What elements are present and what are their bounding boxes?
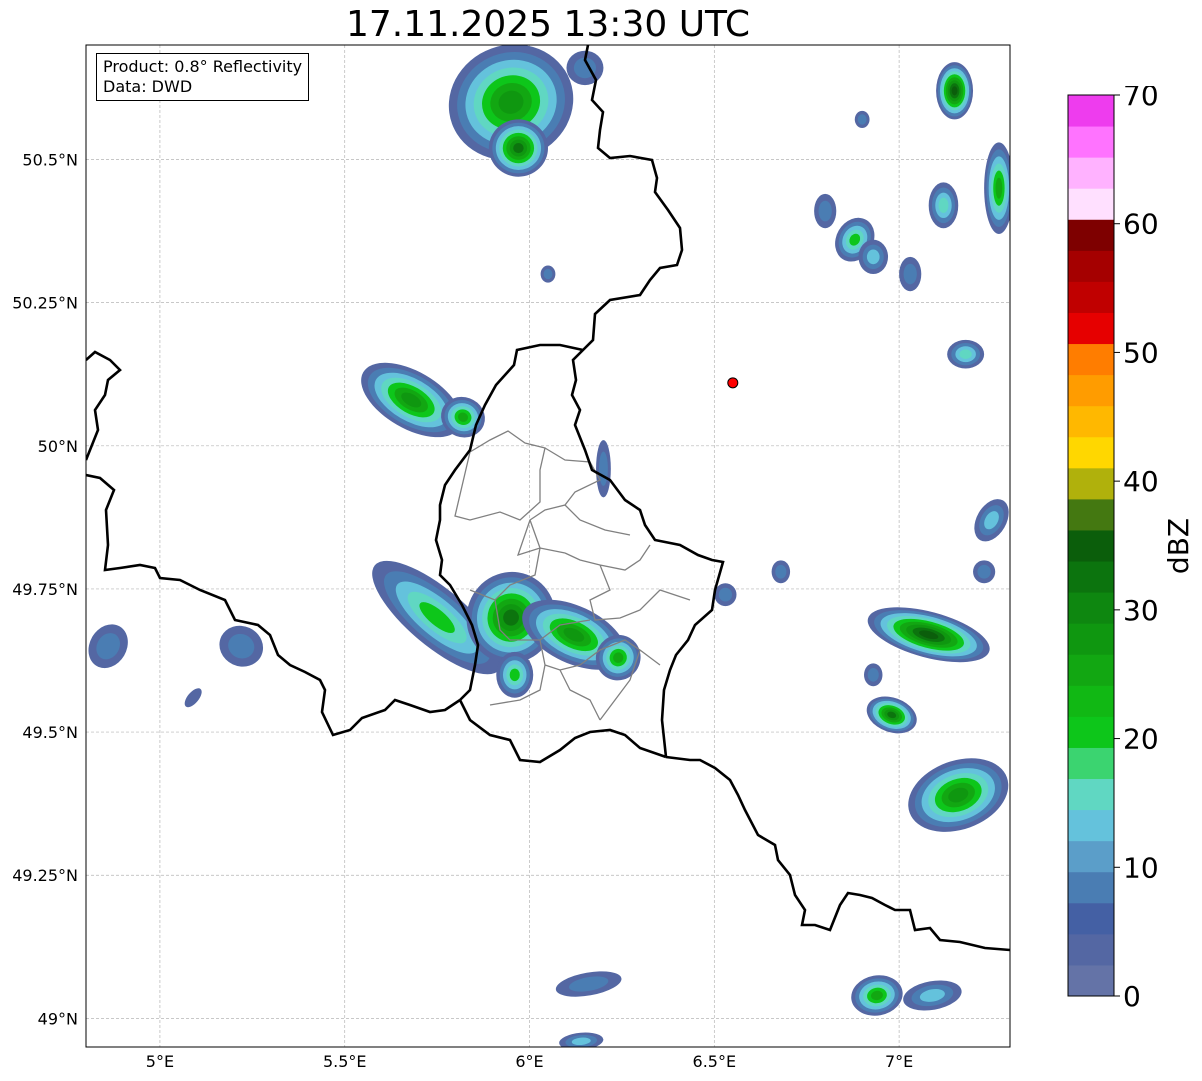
colorbar-bin	[1068, 964, 1114, 997]
colorbar-bin	[1068, 747, 1114, 780]
precip-cell	[984, 142, 1010, 234]
colorbar-bin	[1068, 529, 1114, 562]
reflectivity-contour	[866, 249, 880, 265]
y-tick-label: 49.25°N	[12, 866, 78, 885]
colorbar-tick-label: 70	[1123, 86, 1159, 112]
colorbar-bins	[1068, 95, 1114, 997]
colorbar-bin	[1068, 902, 1114, 935]
precip-cell	[714, 583, 737, 607]
reflectivity-contour	[818, 200, 832, 222]
reflectivity-contour	[951, 86, 958, 96]
colorbar-tick-label: 40	[1123, 465, 1159, 498]
colorbar-bin	[1068, 778, 1114, 811]
reflectivity-contour	[509, 668, 520, 682]
x-tick-label: 5.5°E	[323, 1052, 367, 1071]
reflectivity-contour	[599, 451, 608, 486]
colorbar-tick-label: 30	[1123, 594, 1159, 627]
colorbar-bin	[1068, 561, 1114, 593]
colorbar-tick-label: 10	[1123, 851, 1159, 884]
colorbar-bin	[1068, 188, 1114, 220]
precip-cell	[496, 651, 534, 698]
y-tick-label: 49°N	[38, 1009, 78, 1028]
y-tick-label: 49.5°N	[22, 723, 78, 742]
radar-map: 5°E 5.5°E 6°E 6.5°E 7°E 50.5°N 50.25°N 50°N 49.…	[12, 44, 1011, 1071]
precip-cell	[928, 182, 959, 229]
x-tick-label: 7°E	[885, 1052, 913, 1071]
colorbar-bin	[1068, 126, 1114, 158]
colorbar-bin	[1068, 281, 1114, 313]
colorbar-bin	[1068, 809, 1114, 842]
x-tick-label: 6°E	[515, 1052, 543, 1071]
colorbar-bin	[1068, 498, 1114, 531]
precip-cell	[899, 256, 922, 292]
precip-cell	[973, 560, 996, 584]
colorbar-bin	[1068, 716, 1114, 748]
y-tick-label: 50.5°N	[22, 151, 78, 170]
colorbar-bin	[1068, 312, 1114, 345]
colorbar-bin	[1068, 871, 1114, 904]
reflectivity-contour	[513, 143, 524, 154]
colorbar-tick-label: 0	[1123, 980, 1141, 1013]
precip-cell	[488, 119, 548, 177]
colorbar-bin	[1068, 623, 1114, 655]
colorbar-bin	[1068, 654, 1114, 686]
y-tick-label: 49.75°N	[12, 580, 78, 599]
precip-cell	[864, 663, 883, 687]
reflectivity-contour	[938, 197, 949, 213]
precip-cell	[858, 239, 889, 275]
colorbar-bin	[1068, 592, 1114, 624]
colorbar-bin	[1068, 95, 1114, 127]
radar-site-marker	[727, 377, 739, 389]
precip-cell	[936, 62, 974, 120]
colorbar-bin	[1068, 436, 1114, 469]
reflectivity-contour	[867, 667, 879, 682]
reflectivity-contour	[977, 564, 991, 579]
colorbar-tick-label: 50	[1123, 336, 1159, 369]
colorbar-tick-label: 20	[1123, 723, 1159, 756]
precip-cell	[771, 560, 791, 584]
colorbar-bin	[1068, 219, 1114, 251]
x-axis-ticks: 5°E 5.5°E 6°E 6.5°E 7°E	[146, 1052, 913, 1071]
x-tick-label: 6.5°E	[693, 1052, 737, 1071]
colorbar-bin	[1068, 250, 1114, 282]
colorbar-bin	[1068, 840, 1114, 873]
colorbar-bin	[1068, 685, 1114, 717]
reflectivity-contour	[857, 114, 867, 125]
x-tick-label: 5°E	[146, 1052, 174, 1071]
reflectivity-contour	[959, 349, 972, 359]
colorbar-bin	[1068, 933, 1114, 966]
precip-cell	[814, 193, 837, 229]
colorbar-bin	[1068, 405, 1114, 438]
y-axis-ticks: 50.5°N 50.25°N 50°N 49.75°N 49.5°N 49.25°N 49°…	[12, 151, 78, 1029]
reflectivity-contour	[718, 587, 733, 602]
precip-cell	[540, 265, 556, 283]
colorbar-ticks: 0 10 20 30 40 50 60 70	[1114, 86, 1159, 1013]
reflectivity-contour	[543, 268, 553, 280]
reflectivity-contour	[995, 177, 1003, 199]
data-source-label: Data: DWD	[103, 77, 193, 96]
colorbar-unit-label: dBZ	[1162, 518, 1195, 574]
y-tick-label: 50.25°N	[12, 294, 78, 313]
colorbar-bin	[1068, 374, 1114, 407]
reflectivity-contour	[775, 564, 787, 579]
product-label: Product: 0.8° Reflectivity	[103, 57, 303, 76]
colorbar-bin	[1068, 343, 1114, 376]
product-info-box: Product: 0.8° Reflectivity Data: DWD	[96, 53, 310, 101]
y-tick-label: 50°N	[38, 437, 78, 456]
precip-cell	[596, 440, 611, 498]
colorbar-tick-label: 60	[1123, 208, 1159, 241]
reflectivity-contour	[903, 263, 917, 285]
colorbar: 0 10 20 30 40 50 60 70 dBZ	[1067, 86, 1195, 1013]
colorbar-bin	[1068, 157, 1114, 189]
precip-cell	[947, 339, 985, 369]
colorbar-bin	[1068, 467, 1114, 500]
precip-cell	[854, 110, 870, 129]
